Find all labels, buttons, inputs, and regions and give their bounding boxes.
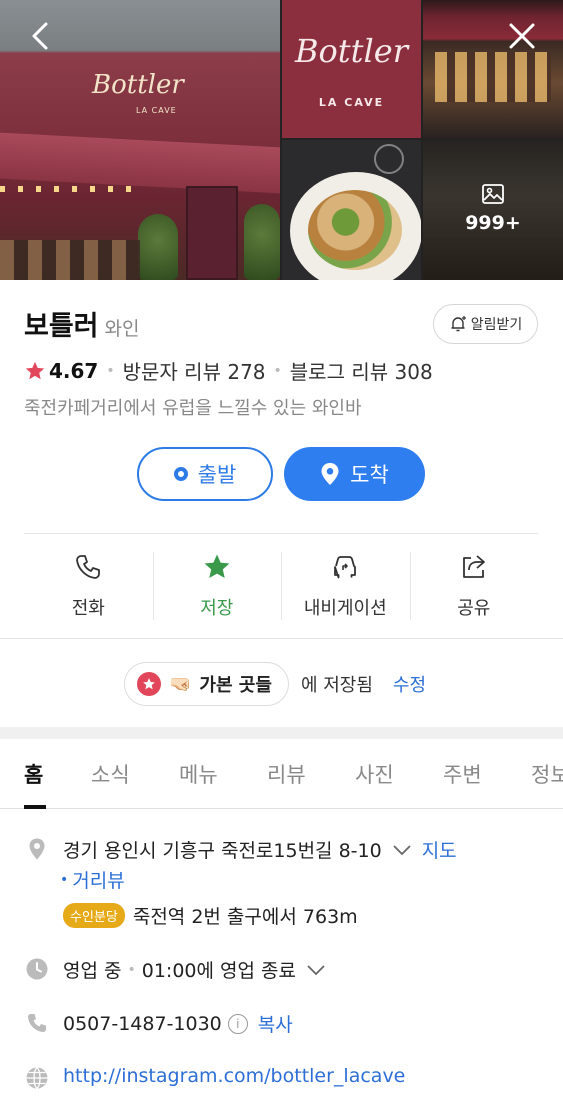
chevron-down-icon[interactable]	[392, 844, 412, 856]
pasta-photo[interactable]	[282, 140, 421, 280]
more-photos-tile[interactable]: 999+	[423, 140, 563, 280]
action-bar: 전화 저장 내비게이션 공유	[24, 534, 538, 638]
saved-suffix: 에 저장됨	[300, 675, 373, 696]
saved-list-name: 가본 곳들	[199, 675, 272, 696]
address-row: 경기 용인시 기흥구 죽전로15번길 8-10 지도	[63, 836, 457, 863]
arrive-route-button[interactable]: 도착	[284, 447, 425, 501]
chevron-down-icon[interactable]	[306, 964, 326, 976]
storefront-sign: Bottler	[92, 70, 184, 100]
save-label: 저장	[200, 598, 234, 619]
clock-icon	[26, 958, 48, 980]
hours-row[interactable]: 영업 중 • 01:00에 영업 종료	[63, 956, 326, 983]
bell-plus-icon	[451, 316, 466, 332]
tab-menu[interactable]: 메뉴	[179, 759, 218, 789]
call-button[interactable]: 전화	[24, 534, 153, 638]
website-row: http://instagram.com/bottler_lacave	[63, 1065, 405, 1087]
street-view-row: • 거리뷰	[60, 866, 125, 893]
hours-status: 영업 중	[63, 960, 122, 982]
tab-info[interactable]: 정보	[531, 759, 563, 789]
edit-saved-link[interactable]: 수정	[393, 671, 426, 697]
globe-icon	[26, 1067, 48, 1089]
share-icon	[462, 555, 485, 578]
saved-list-row: 🤜🏻 가본 곳들 에 저장됨 수정	[124, 662, 426, 706]
station-line-badge: 수인분당	[63, 903, 125, 928]
image-icon	[482, 184, 504, 204]
tab-photos[interactable]: 사진	[355, 759, 394, 789]
start-route-button[interactable]: 출발	[137, 447, 273, 501]
tab-home[interactable]: 홈	[24, 759, 43, 789]
saved-star-icon	[137, 672, 161, 696]
map-link[interactable]: 지도	[422, 836, 457, 863]
street-view-link[interactable]: 거리뷰	[72, 866, 124, 893]
share-button[interactable]: 공유	[409, 534, 539, 638]
phone-row: 0507-1487-1030 i 복사	[63, 1010, 293, 1037]
tab-nearby[interactable]: 주변	[443, 759, 482, 789]
tab-bar: 홈 소식 메뉴 리뷰 사진 주변 정보	[0, 739, 563, 809]
visitor-reviews-link[interactable]: 방문자 리뷰 278	[123, 356, 266, 385]
save-button[interactable]: 저장	[152, 534, 282, 638]
address-text: 경기 용인시 기흥구 죽전로15번길 8-10	[63, 840, 382, 862]
exterior-night-photo[interactable]	[423, 0, 563, 138]
storefront-sign-sub: LA CAVE	[136, 106, 177, 115]
car-icon	[334, 556, 357, 579]
navigation-label: 내비게이션	[303, 598, 387, 619]
arrive-route-label: 도착	[350, 463, 389, 487]
star-filled-icon	[204, 554, 230, 578]
section-gap	[0, 727, 563, 739]
location-pin-icon	[29, 838, 45, 860]
share-label: 공유	[457, 598, 491, 619]
origin-dot-icon	[173, 467, 188, 481]
navigation-button[interactable]: 내비게이션	[281, 534, 410, 638]
logo-photo[interactable]: Bottler LA CAVE	[282, 0, 421, 138]
place-title-row: 보틀러 와인	[24, 304, 140, 343]
logo-script: Bottler	[295, 32, 408, 70]
copy-phone-link[interactable]: 복사	[258, 1010, 293, 1037]
tab-news[interactable]: 소식	[91, 759, 130, 789]
notify-button[interactable]: 알림받기	[433, 304, 538, 344]
photo-gallery[interactable]: Bottler LA CAVE Bottler LA CAVE 999+	[0, 0, 563, 280]
start-route-label: 출발	[197, 463, 237, 487]
website-link[interactable]: http://instagram.com/bottler_lacave	[63, 1065, 405, 1087]
tab-reviews[interactable]: 리뷰	[267, 759, 306, 789]
saved-list-chip[interactable]: 🤜🏻 가본 곳들	[124, 662, 289, 706]
close-icon[interactable]	[506, 20, 538, 52]
call-label: 전화	[71, 598, 105, 619]
place-name: 보틀러	[24, 311, 99, 342]
place-description: 죽전카페거리에서 유럽을 느낄수 있는 와인바	[24, 398, 362, 419]
photo-count: 999+	[465, 212, 521, 234]
rating-score: 4.67	[49, 358, 99, 383]
active-tab-indicator	[24, 805, 46, 809]
back-arrow-icon[interactable]	[26, 20, 56, 52]
logo-sub: LA CAVE	[318, 96, 385, 109]
rating-row: 4.67 • 방문자 리뷰 278 • 블로그 리뷰 308	[24, 356, 433, 385]
list-emoji: 🤜🏻	[169, 673, 192, 695]
phone-number[interactable]: 0507-1487-1030	[63, 1013, 222, 1035]
station-row: 수인분당 죽전역 2번 출구에서 763m	[63, 902, 358, 929]
divider	[0, 638, 563, 639]
location-pin-icon	[321, 463, 339, 485]
blog-reviews-link[interactable]: 블로그 리뷰 308	[290, 356, 433, 385]
star-icon	[25, 361, 45, 379]
station-text: 죽전역 2번 출구에서 763m	[132, 906, 358, 928]
place-category: 와인	[104, 318, 140, 340]
info-icon[interactable]: i	[227, 1013, 248, 1034]
notify-label: 알림받기	[470, 317, 523, 333]
hours-detail: 01:00에 영업 종료	[141, 960, 296, 982]
phone-icon	[28, 1014, 46, 1032]
phone-icon	[76, 555, 101, 579]
